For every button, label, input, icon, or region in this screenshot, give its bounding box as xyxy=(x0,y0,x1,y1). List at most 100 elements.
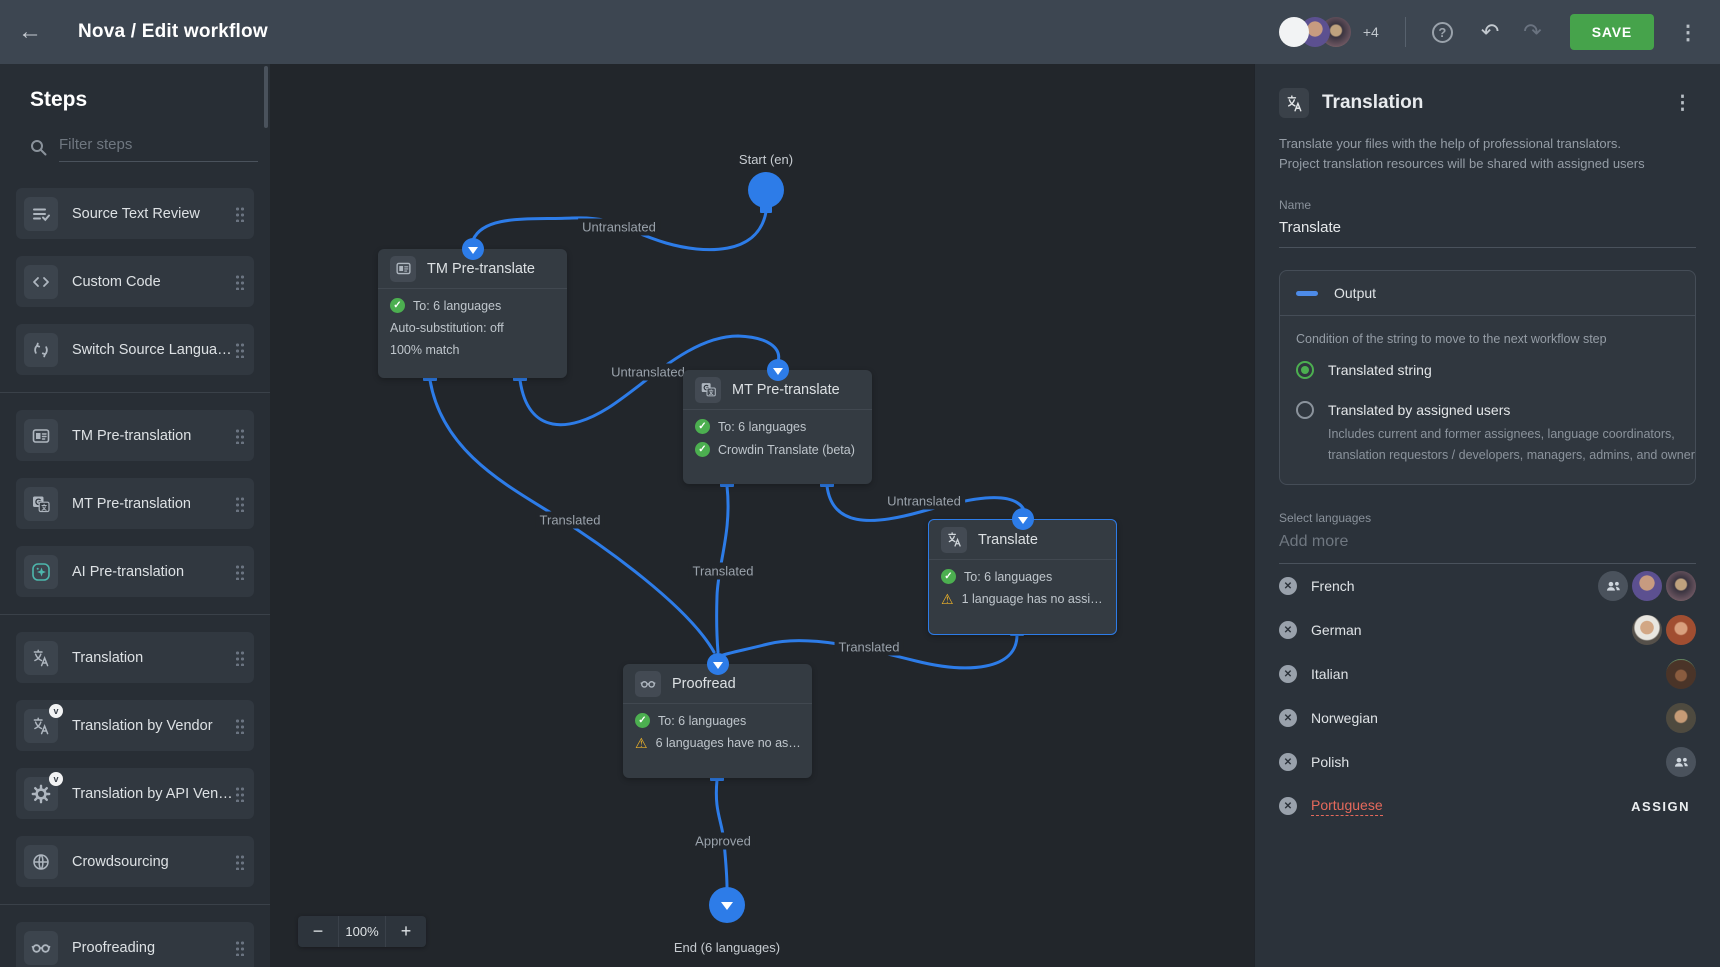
drag-handle[interactable] xyxy=(235,940,244,956)
node-translate[interactable]: Translate ✓To: 6 languages ⚠1 language h… xyxy=(928,519,1117,635)
assignee-avatar[interactable] xyxy=(1666,659,1696,689)
remove-language-icon[interactable]: ✕ xyxy=(1279,797,1297,815)
drag-handle[interactable] xyxy=(235,854,244,870)
radio-unselected-icon[interactable] xyxy=(1296,401,1314,419)
drag-handle[interactable] xyxy=(235,342,244,358)
step-item-switch-source-language[interactable]: Switch Source Langua… xyxy=(16,324,254,375)
assignees-group-icon[interactable] xyxy=(1666,747,1696,777)
step-item-ai-pre-translation[interactable]: AI Pre-translation xyxy=(16,546,254,597)
edge-label: Untranslated xyxy=(607,364,689,381)
panel-kebab-icon[interactable]: ⋮ xyxy=(1669,92,1696,115)
step-item-crowdsourcing[interactable]: Crowdsourcing xyxy=(16,836,254,887)
drag-handle[interactable] xyxy=(235,274,244,290)
filter-steps-field xyxy=(30,132,254,162)
remove-language-icon[interactable]: ✕ xyxy=(1279,665,1297,683)
zoom-out-button[interactable]: − xyxy=(298,916,338,947)
node-status-text: To: 6 languages xyxy=(964,570,1052,584)
node-tm-pre-translate[interactable]: TM Pre-translate ✓To: 6 languages Auto-s… xyxy=(378,249,567,378)
gear-icon: v xyxy=(24,777,58,811)
topbar-kebab-icon[interactable]: ⋮ xyxy=(1678,20,1698,45)
output-section: Output Condition of the string to move t… xyxy=(1279,270,1696,485)
end-node[interactable] xyxy=(709,887,745,923)
undo-icon[interactable]: ↶ xyxy=(1481,19,1499,45)
check-icon: ✓ xyxy=(390,298,405,313)
node-mt-pre-translate[interactable]: MT Pre-translate ✓To: 6 languages ✓Crowd… xyxy=(683,370,872,484)
avatar[interactable] xyxy=(1279,17,1309,47)
step-item-custom-code[interactable]: Custom Code xyxy=(16,256,254,307)
code-icon xyxy=(24,265,58,299)
drag-handle[interactable] xyxy=(235,496,244,512)
check-icon: ✓ xyxy=(635,713,650,728)
edge-arrow-icon xyxy=(1012,508,1034,530)
help-icon[interactable]: ? xyxy=(1432,22,1453,43)
check-icon: ✓ xyxy=(695,419,710,434)
node-status-text: 100% match xyxy=(390,343,459,357)
name-field-label: Name xyxy=(1279,198,1696,212)
step-settings-panel: Translation ⋮ Translate your files with … xyxy=(1254,64,1720,967)
edge-label: Untranslated xyxy=(578,219,660,236)
panel-description-line2: Project translation resources will be sh… xyxy=(1279,154,1696,174)
translate-icon xyxy=(941,527,967,553)
radio-selected-icon[interactable] xyxy=(1296,361,1314,379)
step-item-translation[interactable]: Translation xyxy=(16,632,254,683)
vendor-badge: v xyxy=(49,704,63,718)
glasses-icon xyxy=(24,931,58,965)
back-arrow-icon[interactable]: ← xyxy=(18,18,54,46)
drag-handle[interactable] xyxy=(235,564,244,580)
glasses-icon xyxy=(635,671,661,697)
search-icon xyxy=(30,139,47,156)
edge-arrow-icon xyxy=(462,238,484,260)
zoom-in-button[interactable]: + xyxy=(386,916,426,947)
node-proofread[interactable]: Proofread ✓To: 6 languages ⚠6 languages … xyxy=(623,664,812,778)
redo-icon[interactable]: ↷ xyxy=(1523,19,1541,45)
save-button[interactable]: SAVE xyxy=(1570,14,1654,50)
assignee-avatar[interactable] xyxy=(1632,615,1662,645)
node-title: MT Pre-translate xyxy=(732,382,840,398)
drag-handle[interactable] xyxy=(235,718,244,734)
remove-language-icon[interactable]: ✕ xyxy=(1279,753,1297,771)
step-item-proofreading[interactable]: Proofreading xyxy=(16,922,254,967)
language-name: German xyxy=(1311,622,1628,638)
zoom-control: − 100% + xyxy=(298,916,426,947)
assignee-avatar[interactable] xyxy=(1666,571,1696,601)
language-name: French xyxy=(1311,578,1594,594)
remove-language-icon[interactable]: ✕ xyxy=(1279,577,1297,595)
steps-sidebar: Steps Source Text Review Custom Code Swi… xyxy=(0,64,270,967)
name-field-value[interactable]: Translate xyxy=(1279,219,1696,248)
translate-icon xyxy=(1279,88,1309,118)
drag-handle[interactable] xyxy=(235,650,244,666)
step-item-translation-by-vendor[interactable]: v Translation by Vendor xyxy=(16,700,254,751)
drag-handle[interactable] xyxy=(235,786,244,802)
remove-language-icon[interactable]: ✕ xyxy=(1279,621,1297,639)
filter-steps-input[interactable] xyxy=(59,132,258,162)
step-item-tm-pre-translation[interactable]: TM Pre-translation xyxy=(16,410,254,461)
radio-translated-by-assigned-users[interactable]: Translated by assigned users xyxy=(1296,401,1679,419)
workflow-canvas[interactable]: Start (en) End (6 languages) Untranslate… xyxy=(270,64,1254,967)
assign-button[interactable]: ASSIGN xyxy=(1631,799,1690,814)
assignee-avatar[interactable] xyxy=(1632,571,1662,601)
add-languages-input[interactable] xyxy=(1279,525,1696,564)
edge-label: Translated xyxy=(689,563,758,580)
node-status-text: Crowdin Translate (beta) xyxy=(718,443,855,457)
step-label: AI Pre-translation xyxy=(72,564,235,580)
panel-description-line1: Translate your files with the help of pr… xyxy=(1279,134,1696,154)
drag-handle[interactable] xyxy=(235,206,244,222)
check-icon: ✓ xyxy=(695,442,710,457)
sidebar-scrollbar[interactable] xyxy=(264,66,268,128)
machine-translate-icon xyxy=(695,377,721,403)
step-item-translation-by-api-vendor[interactable]: v Translation by API Ven… xyxy=(16,768,254,819)
step-item-source-text-review[interactable]: Source Text Review xyxy=(16,188,254,239)
avatars-overflow-count[interactable]: +4 xyxy=(1363,24,1379,40)
end-node-label: End (6 languages) xyxy=(674,940,780,955)
drag-handle[interactable] xyxy=(235,428,244,444)
assignee-avatar[interactable] xyxy=(1666,703,1696,733)
tm-card-icon xyxy=(390,256,416,282)
remove-language-icon[interactable]: ✕ xyxy=(1279,709,1297,727)
assignees-group-icon[interactable] xyxy=(1598,571,1628,601)
step-item-mt-pre-translation[interactable]: MT Pre-translation xyxy=(16,478,254,529)
radio-translated-string[interactable]: Translated string xyxy=(1296,361,1679,379)
assignee-avatar[interactable] xyxy=(1666,615,1696,645)
collaborator-avatars[interactable] xyxy=(1279,17,1351,47)
start-node[interactable] xyxy=(748,172,784,208)
edge-label: Translated xyxy=(835,639,904,656)
